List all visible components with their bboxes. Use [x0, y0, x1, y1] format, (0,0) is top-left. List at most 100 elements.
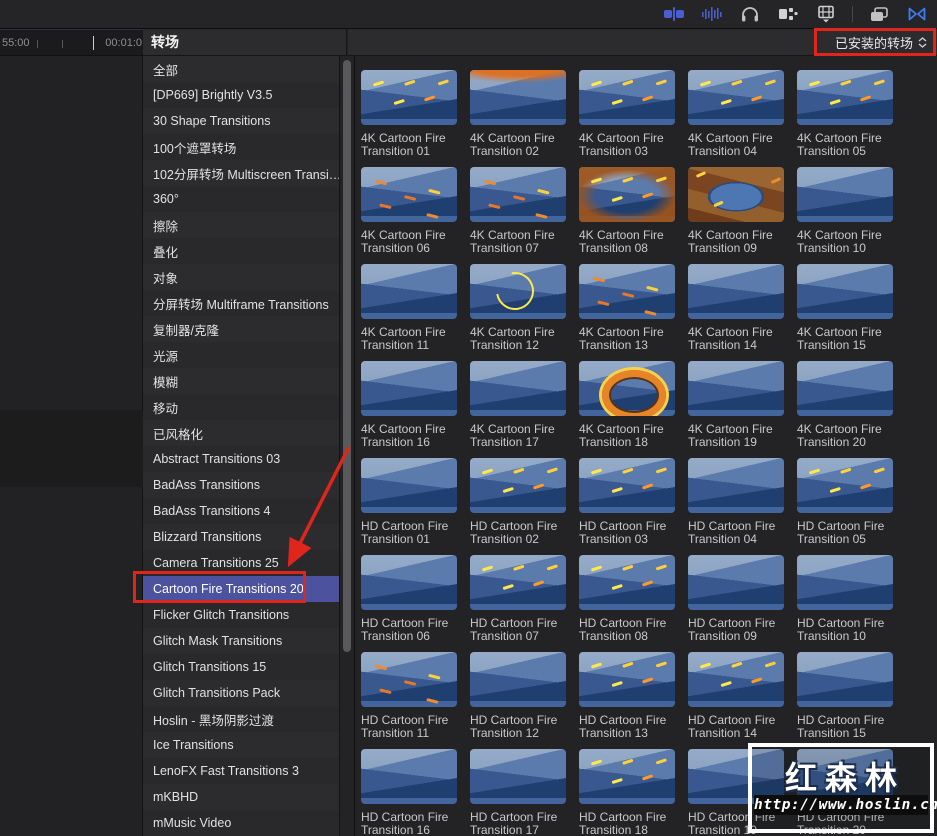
transition-cell[interactable]: 4K Cartoon Fire Transition 19 [688, 361, 784, 449]
sidebar-item[interactable]: BadAss Transitions 4 [143, 498, 339, 524]
transition-thumbnail[interactable] [797, 361, 893, 416]
sidebar-item[interactable]: Hoslin - 黑场阴影过渡 [143, 706, 339, 732]
transition-cell[interactable]: HD Cartoon Fire Transition 03 [579, 458, 675, 546]
sidebar-item[interactable]: 100个遮罩转场 [143, 134, 339, 160]
transition-cell[interactable]: HD Cartoon Fire Transition 01 [361, 458, 457, 546]
transition-cell[interactable]: 4K Cartoon Fire Transition 09 [688, 167, 784, 255]
transition-thumbnail[interactable] [361, 749, 457, 804]
sidebar-item[interactable]: Blizzard Transitions [143, 524, 339, 550]
sidebar-item[interactable]: Glitch Transitions Pack [143, 680, 339, 706]
transition-thumbnail[interactable] [470, 264, 566, 319]
transition-thumbnail[interactable] [688, 70, 784, 125]
transition-thumbnail[interactable] [579, 264, 675, 319]
transition-thumbnail[interactable] [361, 652, 457, 707]
transition-thumbnail[interactable] [797, 70, 893, 125]
transition-cell[interactable]: HD Cartoon Fire Transition 11 [361, 652, 457, 740]
transition-thumbnail[interactable] [797, 458, 893, 513]
transition-thumbnail[interactable] [579, 652, 675, 707]
transition-cell[interactable]: HD Cartoon Fire Transition 13 [579, 652, 675, 740]
transition-cell[interactable]: HD Cartoon Fire Transition 08 [579, 555, 675, 643]
transition-thumbnail[interactable] [470, 458, 566, 513]
transition-cell[interactable]: 4K Cartoon Fire Transition 05 [797, 70, 893, 158]
transition-thumbnail[interactable] [797, 167, 893, 222]
transition-cell[interactable]: HD Cartoon Fire Transition 09 [688, 555, 784, 643]
transition-thumbnail[interactable] [797, 555, 893, 610]
transition-cell[interactable]: HD Cartoon Fire Transition 02 [470, 458, 566, 546]
transition-cell[interactable]: HD Cartoon Fire Transition 14 [688, 652, 784, 740]
sidebar-item[interactable]: 360° [143, 186, 339, 212]
transition-cell[interactable]: 4K Cartoon Fire Transition 14 [688, 264, 784, 352]
sidebar-item[interactable]: Abstract Transitions 03 [143, 446, 339, 472]
transition-thumbnail[interactable] [470, 70, 566, 125]
transition-cell[interactable]: 4K Cartoon Fire Transition 07 [470, 167, 566, 255]
sidebar-item[interactable]: Flicker Glitch Transitions [143, 602, 339, 628]
transition-thumbnail[interactable] [688, 264, 784, 319]
transition-thumbnail[interactable] [470, 361, 566, 416]
sidebar-item[interactable]: 已风格化 [143, 420, 339, 446]
transition-cell[interactable]: 4K Cartoon Fire Transition 15 [797, 264, 893, 352]
transition-cell[interactable]: 4K Cartoon Fire Transition 04 [688, 70, 784, 158]
transition-thumbnail[interactable] [688, 555, 784, 610]
transition-thumbnail[interactable] [470, 652, 566, 707]
transition-thumbnail[interactable] [470, 749, 566, 804]
sidebar-item[interactable]: 复制器/克隆 [143, 316, 339, 342]
transition-cell[interactable]: HD Cartoon Fire Transition 15 [797, 652, 893, 740]
sidebar-item[interactable]: 叠化 [143, 238, 339, 264]
transition-thumbnail[interactable] [579, 458, 675, 513]
sidebar-item[interactable]: 移动 [143, 394, 339, 420]
transition-cell[interactable]: HD Cartoon Fire Transition 18 [579, 749, 675, 836]
transition-cell[interactable]: 4K Cartoon Fire Transition 17 [470, 361, 566, 449]
chevron-up-down-icon[interactable] [918, 36, 927, 48]
sidebar-item[interactable]: Glitch Mask Transitions [143, 628, 339, 654]
transition-cell[interactable]: HD Cartoon Fire Transition 17 [470, 749, 566, 836]
sidebar-item[interactable]: BadAss Transitions [143, 472, 339, 498]
sidebar-item[interactable]: 102分屏转场 Multiscreen Transi… [143, 160, 339, 186]
transition-thumbnail[interactable] [361, 264, 457, 319]
transition-cell[interactable]: HD Cartoon Fire Transition 04 [688, 458, 784, 546]
sidebar-item[interactable]: Camera Transitions 25 [143, 550, 339, 576]
clip-appearance-icon[interactable] [662, 4, 686, 24]
sidebar-item[interactable]: Glitch Transitions 15 [143, 654, 339, 680]
transition-cell[interactable]: HD Cartoon Fire Transition 05 [797, 458, 893, 546]
transition-thumbnail[interactable] [797, 264, 893, 319]
transition-cell[interactable]: 4K Cartoon Fire Transition 03 [579, 70, 675, 158]
transition-cell[interactable]: HD Cartoon Fire Transition 16 [361, 749, 457, 836]
transition-thumbnail[interactable] [579, 70, 675, 125]
transition-thumbnail[interactable] [470, 555, 566, 610]
transition-cell[interactable]: HD Cartoon Fire Transition 06 [361, 555, 457, 643]
sidebar-item[interactable]: mKBHD [143, 784, 339, 810]
transition-cell[interactable]: 4K Cartoon Fire Transition 12 [470, 264, 566, 352]
transition-cell[interactable]: 4K Cartoon Fire Transition 10 [797, 167, 893, 255]
filmstrip-browser-icon[interactable] [814, 4, 838, 24]
transition-cell[interactable]: 4K Cartoon Fire Transition 08 [579, 167, 675, 255]
transition-thumbnail[interactable] [579, 167, 675, 222]
transition-cell[interactable]: HD Cartoon Fire Transition 10 [797, 555, 893, 643]
sidebar-item[interactable]: mMusic Video [143, 810, 339, 836]
transition-cell[interactable]: 4K Cartoon Fire Transition 20 [797, 361, 893, 449]
transition-thumbnail[interactable] [688, 167, 784, 222]
sidebar-item[interactable]: Ice Transitions [143, 732, 339, 758]
transition-thumbnail[interactable] [688, 361, 784, 416]
transition-thumbnail[interactable] [797, 652, 893, 707]
sidebar-item[interactable]: 全部 [143, 56, 339, 82]
transition-thumbnail[interactable] [579, 555, 675, 610]
sidebar-item[interactable]: 分屏转场 Multiframe Transitions [143, 290, 339, 316]
headphones-icon[interactable] [738, 4, 762, 24]
transition-cell[interactable]: 4K Cartoon Fire Transition 02 [470, 70, 566, 158]
transition-cell[interactable]: 4K Cartoon Fire Transition 16 [361, 361, 457, 449]
sidebar-item-selected[interactable]: Cartoon Fire Transitions 20 [143, 576, 339, 602]
effects-cluster-icon[interactable] [776, 4, 800, 24]
transition-thumbnail[interactable] [470, 167, 566, 222]
media-browser-icon[interactable] [867, 4, 891, 24]
transitions-browser-icon[interactable] [905, 4, 929, 24]
sidebar-item[interactable]: 30 Shape Transitions [143, 108, 339, 134]
transition-thumbnail[interactable] [361, 361, 457, 416]
transition-cell[interactable]: HD Cartoon Fire Transition 07 [470, 555, 566, 643]
transition-thumbnail[interactable] [361, 458, 457, 513]
transition-thumbnail[interactable] [579, 361, 675, 416]
transition-thumbnail[interactable] [361, 555, 457, 610]
sidebar-item[interactable]: 光源 [143, 342, 339, 368]
audio-meters-icon[interactable] [700, 4, 724, 24]
transition-thumbnail[interactable] [361, 70, 457, 125]
sidebar-item[interactable]: LenoFX Fast Transitions 3 [143, 758, 339, 784]
